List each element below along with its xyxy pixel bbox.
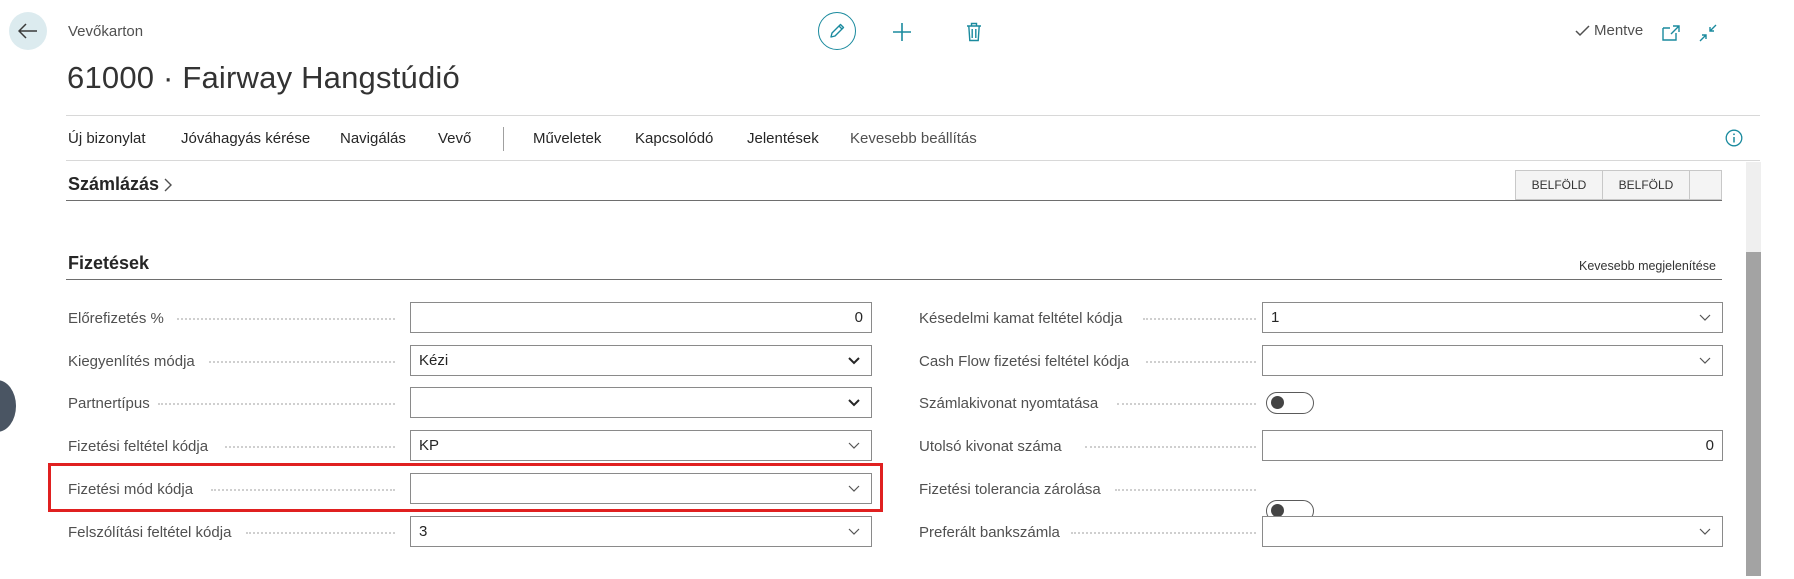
- collapse-button[interactable]: [1697, 22, 1719, 44]
- highlight-box: [48, 463, 883, 512]
- payment-terms-label: Fizetési feltétel kódja: [68, 438, 209, 455]
- fin-charge-terms-value: 1: [1271, 309, 1280, 326]
- chevron-down-icon: [1699, 314, 1711, 321]
- menu-reports[interactable]: Jelentések: [747, 130, 819, 147]
- cash-flow-terms-label: Cash Flow fizetési feltétel kódja: [919, 353, 1130, 370]
- print-statements-label: Számlakivonat nyomtatása: [919, 395, 1099, 412]
- edit-button[interactable]: [818, 12, 856, 50]
- collapse-icon: [1699, 24, 1717, 42]
- reminder-terms-value: 3: [419, 523, 428, 540]
- chevron-down-icon: [848, 528, 860, 535]
- chevron-down-icon: [848, 442, 860, 449]
- partner-type-label: Partnertípus: [68, 395, 150, 412]
- prepayment-label: Előrefizetés %: [68, 310, 164, 327]
- billing-underline: [66, 200, 1722, 201]
- chevron-down-icon: [848, 357, 860, 365]
- menu-request-approval[interactable]: Jóváhagyás kérése: [181, 130, 310, 147]
- menu-navigate[interactable]: Navigálás: [340, 130, 406, 147]
- cash-flow-terms-input[interactable]: [1262, 345, 1723, 376]
- toggle-knob: [1271, 396, 1284, 409]
- last-statement-no-input[interactable]: 0: [1262, 430, 1723, 461]
- payments-underline: [66, 279, 1722, 280]
- show-less-link[interactable]: Kevesebb megjelenítése: [1579, 259, 1716, 273]
- delete-button[interactable]: [962, 20, 986, 44]
- trash-icon: [967, 22, 981, 42]
- menu-related[interactable]: Kapcsolódó: [635, 130, 713, 147]
- block-payment-tolerance-label: Fizetési tolerancia zárolása: [919, 481, 1101, 498]
- checkmark-icon: [1575, 24, 1590, 36]
- chevron-down-icon: [1699, 528, 1711, 535]
- info-icon: [1725, 129, 1743, 147]
- back-arrow-icon: [18, 23, 37, 39]
- open-in-new-window-button[interactable]: [1660, 22, 1682, 44]
- billing-section-header[interactable]: Számlázás: [68, 174, 173, 195]
- new-button[interactable]: [890, 20, 914, 44]
- partner-type-select[interactable]: [410, 387, 872, 418]
- open-in-new-window-icon: [1662, 25, 1680, 41]
- payments-title: Fizetések: [68, 253, 150, 273]
- plus-icon: [893, 23, 911, 41]
- billing-title: Számlázás: [68, 174, 160, 194]
- actionbar-divider: [66, 160, 1760, 161]
- last-statement-no-label: Utolsó kivonat száma: [919, 438, 1062, 455]
- pencil-icon: [830, 23, 845, 38]
- billing-tag-2[interactable]: BELFÖLD: [1602, 170, 1690, 200]
- back-button[interactable]: [9, 12, 47, 50]
- application-method-value: Kézi: [419, 352, 449, 369]
- saved-status: Mentve: [1575, 22, 1643, 39]
- application-method-label: Kiegyenlítés módja: [68, 353, 195, 370]
- reminder-terms-label: Felszólítási feltétel kódja: [68, 524, 232, 541]
- page-caption: Vevőkarton: [68, 23, 144, 40]
- menu-customer[interactable]: Vevő: [438, 130, 471, 147]
- saved-label: Mentve: [1594, 22, 1644, 39]
- application-method-select[interactable]: Kézi: [410, 345, 872, 376]
- payment-terms-input[interactable]: KP: [410, 430, 872, 461]
- page-title: 61000 · Fairway Hangstúdió: [67, 60, 460, 95]
- menu-actions[interactable]: Műveletek: [533, 130, 601, 147]
- prepayment-input[interactable]: 0: [410, 302, 872, 333]
- fin-charge-terms-label: Késedelmi kamat feltétel kódja: [919, 310, 1123, 327]
- fin-charge-terms-input[interactable]: 1: [1262, 302, 1723, 333]
- print-statements-toggle[interactable]: [1266, 392, 1314, 414]
- chevron-down-icon: [848, 399, 860, 407]
- header-divider: [66, 115, 1760, 116]
- preferred-bank-account-input[interactable]: [1262, 516, 1723, 547]
- menu-separator: [503, 127, 504, 151]
- scrollbar-thumb[interactable]: [1746, 252, 1761, 576]
- billing-tag-1[interactable]: BELFÖLD: [1515, 170, 1603, 200]
- reminder-terms-input[interactable]: 3: [410, 516, 872, 547]
- preferred-bank-account-label: Preferált bankszámla: [919, 524, 1060, 541]
- chevron-right-icon: [164, 178, 173, 191]
- payment-terms-value: KP: [419, 437, 440, 454]
- side-panel-handle[interactable]: [0, 380, 16, 432]
- billing-tag-3[interactable]: [1689, 170, 1722, 200]
- menu-new-document[interactable]: Új bizonylat: [68, 130, 146, 147]
- chevron-down-icon: [1699, 357, 1711, 364]
- menu-fewer-options[interactable]: Kevesebb beállítás: [850, 130, 977, 147]
- info-button[interactable]: [1724, 128, 1744, 148]
